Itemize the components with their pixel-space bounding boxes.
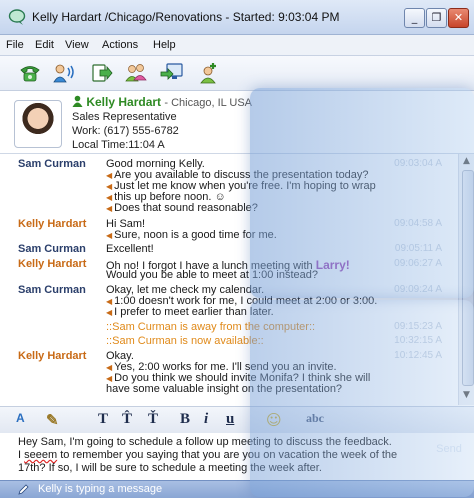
status-bar: Kelly is typing a message bbox=[0, 480, 474, 498]
chat-bubble-icon bbox=[8, 9, 26, 25]
message-line: Would you be able to meet at 1:00 instea… bbox=[106, 269, 318, 281]
typing-pencil-icon bbox=[18, 484, 29, 495]
contact-location: - Chicago, IL USA bbox=[164, 97, 253, 109]
sender-name: Kelly Hardart bbox=[18, 350, 87, 362]
sender-name: Kelly Hardart bbox=[18, 258, 87, 270]
shrink-font-button[interactable]: Ť bbox=[148, 411, 158, 429]
message-line: ◀ Sure, noon is a good time for me. bbox=[106, 229, 277, 241]
underline-button[interactable]: u bbox=[226, 411, 234, 429]
invite-people-icon[interactable] bbox=[124, 61, 148, 85]
message-line: ◀ I prefer to meet earlier than later. bbox=[106, 306, 274, 318]
message-time: 10:32:15 A bbox=[394, 335, 442, 346]
sender-name: Sam Curman bbox=[18, 158, 86, 170]
contact-name[interactable]: Kelly Hardart bbox=[86, 95, 161, 109]
scroll-thumb[interactable] bbox=[462, 170, 474, 386]
italic-button[interactable]: i bbox=[204, 411, 208, 429]
scroll-up-icon[interactable]: ▲ bbox=[461, 156, 472, 167]
close-button[interactable]: ✕ bbox=[448, 8, 469, 28]
message-line: ◀ Does that sound reasonable? bbox=[106, 202, 258, 214]
screen-share-icon[interactable] bbox=[160, 61, 184, 85]
window-title: Kelly Hardart /Chicago/Renovations - Sta… bbox=[32, 10, 340, 24]
menu-actions[interactable]: Actions bbox=[102, 39, 138, 51]
message-line: have some valuable insight on the presen… bbox=[106, 383, 343, 395]
toolbar bbox=[0, 56, 474, 91]
menu-bar: File Edit View Actions Help bbox=[0, 35, 474, 56]
message-time: 09:09:24 A bbox=[394, 284, 442, 295]
chat-scrollbar[interactable]: ▲ ▼ bbox=[458, 154, 474, 405]
minimize-button[interactable]: _ bbox=[404, 8, 425, 28]
send-button[interactable]: Send bbox=[430, 439, 468, 459]
sender-name: Sam Curman bbox=[18, 243, 86, 255]
font-color-button[interactable]: A bbox=[16, 411, 25, 429]
highlight-icon[interactable]: ✎ bbox=[46, 411, 59, 429]
status-text: ::Sam Curman is away from the computer:: bbox=[106, 321, 316, 333]
menu-file[interactable]: File bbox=[6, 39, 24, 51]
grow-font-button[interactable]: T̂ bbox=[122, 411, 132, 429]
menu-edit[interactable]: Edit bbox=[35, 39, 54, 51]
message-input[interactable]: Hey Sam, I'm going to schedule a follow … bbox=[0, 433, 474, 479]
add-contact-icon[interactable] bbox=[196, 61, 220, 85]
contact-local-time: Local Time:11:04 A bbox=[72, 139, 165, 151]
menu-view[interactable]: View bbox=[65, 39, 89, 51]
contact-card: Kelly Hardart - Chicago, IL USA Sales Re… bbox=[0, 91, 474, 154]
title-bar: Kelly Hardart /Chicago/Renovations - Sta… bbox=[0, 0, 474, 35]
contact-work-phone: Work: (617) 555-6782 bbox=[72, 125, 179, 137]
message-line: Excellent! bbox=[106, 243, 154, 255]
contact-title: Sales Representative bbox=[72, 111, 177, 123]
font-button[interactable]: T bbox=[98, 411, 108, 429]
sender-name: Sam Curman bbox=[18, 284, 86, 296]
status-text: ::Sam Curman is now available:: bbox=[106, 335, 264, 347]
spell-check-button[interactable]: abc bbox=[306, 411, 324, 429]
message-time: 09:03:04 A bbox=[394, 158, 442, 169]
message-time: 09:04:58 A bbox=[394, 218, 442, 229]
restore-button[interactable]: ❐ bbox=[426, 8, 447, 28]
misspelled-word: seeem bbox=[24, 449, 58, 461]
transfer-icon[interactable] bbox=[90, 61, 114, 85]
audio-contact-icon[interactable] bbox=[52, 61, 76, 85]
format-toolbar: A ✎ T T̂ Ť B i u ☺ abc bbox=[0, 406, 474, 434]
typing-status: Kelly is typing a message bbox=[38, 483, 163, 495]
chat-transcript[interactable]: Sam Curman 09:03:04 A Good morning Kelly… bbox=[0, 154, 458, 405]
avatar bbox=[14, 100, 62, 148]
phone-icon[interactable] bbox=[18, 61, 42, 85]
contact-header: Kelly Hardart - Chicago, IL USA bbox=[72, 95, 252, 109]
mention-larry: Larry! bbox=[315, 258, 350, 272]
message-input-text[interactable]: Hey Sam, I'm going to schedule a follow … bbox=[18, 436, 418, 475]
scroll-down-icon[interactable]: ▼ bbox=[461, 390, 472, 401]
sender-name: Kelly Hardart bbox=[18, 218, 87, 230]
message-time: 09:15:23 A bbox=[394, 321, 442, 332]
person-status-icon bbox=[72, 95, 83, 107]
emoticon-icon[interactable]: ☺ bbox=[266, 411, 282, 429]
message-time: 09:05:11 A bbox=[394, 243, 442, 254]
menu-help[interactable]: Help bbox=[153, 39, 176, 51]
bold-button[interactable]: B bbox=[180, 411, 190, 429]
message-time: 09:06:27 A bbox=[394, 258, 442, 269]
message-time: 10:12:45 A bbox=[394, 350, 442, 361]
